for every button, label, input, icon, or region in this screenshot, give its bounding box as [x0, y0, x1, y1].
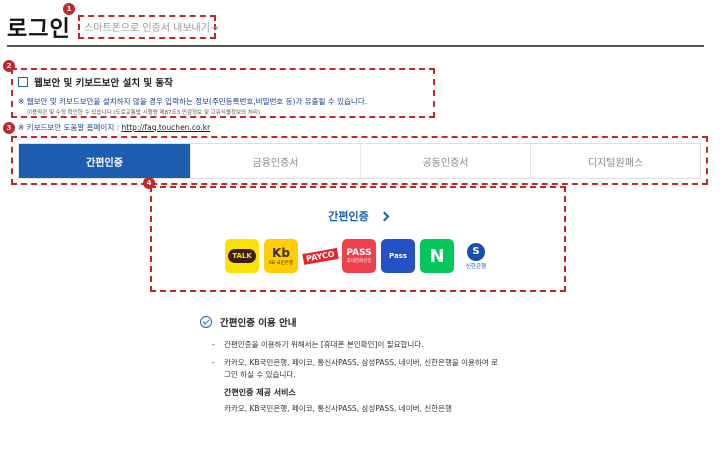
- payco-provider-button[interactable]: PAYCO: [301, 239, 339, 273]
- guide-header: 간편인증 이용 안내: [200, 315, 297, 329]
- payco-logo-icon: PAYCO: [301, 247, 339, 265]
- samsung-pass-logo-icon: Pass: [389, 252, 407, 260]
- auth-method-tabs-section: 간편인증 금융인증서 공동인증서 디지털원패스: [11, 136, 708, 185]
- security-check-row[interactable]: 웹보안 및 키보드보안 설치 및 동작: [18, 75, 173, 89]
- security-note: 이용약관 및 수정 확인한 수 있습니다 (도로교통법 시행령 제87조3 민감…: [27, 110, 261, 116]
- list-item: - 간편인증을 이용하기 위해서는 [휴대폰 본인확인]이 필요합니다.: [212, 339, 532, 351]
- simple-auth-panel: 간편인증 TALK Kb KB 국민은행 PAYCO PASS 휴대전화인증 P…: [150, 186, 566, 292]
- pass-provider-label: 휴대전화인증: [346, 259, 372, 264]
- panel-title[interactable]: 간편인증: [328, 208, 368, 224]
- title-divider: [7, 45, 704, 47]
- security-checkbox[interactable]: [18, 77, 28, 87]
- annotation-badge-3: 3: [3, 122, 15, 134]
- tab-simple-auth[interactable]: 간편인증: [19, 144, 190, 178]
- tab-joint-certificate[interactable]: 공동인증서: [360, 144, 530, 178]
- tab-digital-onepass[interactable]: 디지털원패스: [530, 144, 700, 178]
- export-certificate-link[interactable]: 스마트폰으로 인증서 내보내기→: [78, 15, 218, 39]
- tab-financial-certificate[interactable]: 금융인증서: [190, 144, 360, 178]
- chevron-right-icon[interactable]: [379, 211, 390, 221]
- security-warning: ※ 웹보안 및 키보드보안을 설치하지 않을 경우 입력하는 정보(주민등록번호…: [18, 97, 368, 106]
- helpdesk-link[interactable]: http://faq.touchen.co.kr: [122, 123, 211, 132]
- samsung-pass-provider-button[interactable]: Pass: [381, 239, 415, 273]
- guide-title: 간편인증 이용 안내: [220, 318, 297, 329]
- list-bullet: -: [212, 358, 215, 367]
- list-item: - 카카오, KB국민은행, 페이코, 통신사PASS, 삼성PASS, 네이버…: [212, 357, 532, 381]
- keyboard-security-help: ※ 키보드보안 도움말 홈페이지 : http://faq.touchen.co…: [18, 122, 210, 133]
- guide-item-text: 간편인증을 이용하기 위해서는 [휴대폰 본인확인]이 필요합니다.: [224, 340, 424, 349]
- naver-logo-icon: N: [429, 245, 445, 267]
- guide-list: - 간편인증을 이용하기 위해서는 [휴대폰 본인확인]이 필요합니다. - 카…: [212, 339, 532, 387]
- simple-auth-guide: 간편인증 이용 안내 - 간편인증을 이용하기 위해서는 [휴대폰 본인확인]이…: [200, 315, 498, 413]
- kb-bank-provider-button[interactable]: Kb KB 국민은행: [264, 239, 298, 273]
- kakao-talk-icon: TALK: [228, 249, 256, 263]
- auth-method-tabs: 간편인증 금융인증서 공동인증서 디지털원패스: [18, 143, 701, 179]
- page-title: 로그인: [7, 17, 71, 42]
- annotation-badge-2: 2: [3, 60, 15, 72]
- services-title: 간편인증 제공 서비스: [224, 388, 296, 397]
- security-install-section: 웹보안 및 키보드보안 설치 및 동작 ※ 웹보안 및 키보드보안을 설치하지 …: [11, 68, 435, 118]
- kb-logo-icon: Kb: [272, 245, 290, 260]
- naver-provider-button[interactable]: N: [420, 239, 454, 273]
- kakao-provider-button[interactable]: TALK: [225, 239, 259, 273]
- auth-provider-list: TALK Kb KB 국민은행 PAYCO PASS 휴대전화인증 Pass N…: [225, 239, 498, 273]
- list-bullet: -: [212, 340, 215, 349]
- pass-logo-icon: PASS: [346, 248, 372, 258]
- shinhan-provider-label: 신한은행: [465, 263, 487, 270]
- check-circle-icon: [200, 316, 212, 328]
- shinhan-logo-icon: S: [467, 242, 485, 261]
- annotation-badge-4: 4: [143, 177, 155, 189]
- kb-provider-label: KB 국민은행: [268, 260, 294, 266]
- security-checkbox-label[interactable]: 웹보안 및 키보드보안 설치 및 동작: [34, 75, 173, 89]
- annotation-badge-1: 1: [63, 3, 75, 15]
- telecom-pass-provider-button[interactable]: PASS 휴대전화인증: [342, 239, 376, 273]
- services-text: 카카오, KB국민은행, 페이코, 통신사PASS, 삼성PASS, 네이버, …: [224, 404, 452, 413]
- guide-services: 간편인증 제공 서비스 카카오, KB국민은행, 페이코, 통신사PASS, 삼…: [224, 387, 524, 414]
- helpdesk-label: ※ 키보드보안 도움말 홈페이지 :: [18, 123, 120, 132]
- panel-title-row[interactable]: 간편인증: [152, 208, 564, 224]
- shinhan-bank-provider-button[interactable]: S 신한은행: [459, 239, 493, 273]
- guide-item-text: 카카오, KB국민은행, 페이코, 통신사PASS, 삼성PASS, 네이버, …: [224, 358, 499, 379]
